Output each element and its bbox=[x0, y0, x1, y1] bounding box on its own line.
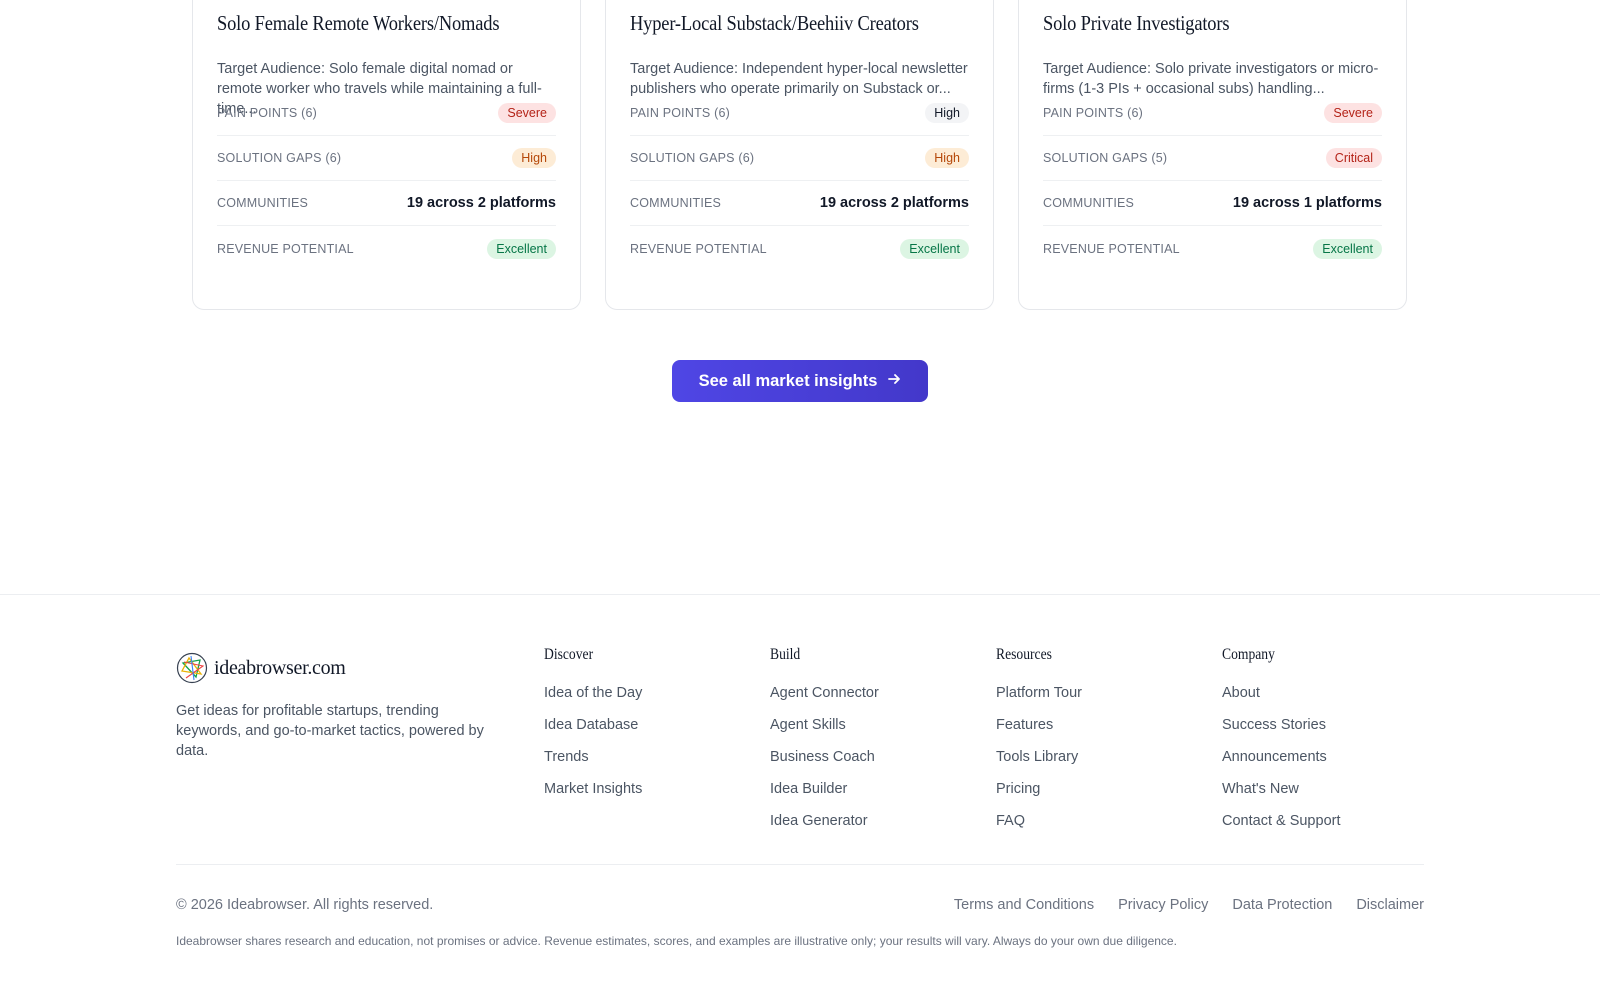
insight-card[interactable]: Hyper-Local Substack/Beehiiv Creators Ta… bbox=[605, 0, 994, 310]
footer-link-privacy-policy[interactable]: Privacy Policy bbox=[1118, 897, 1208, 913]
footer-tagline: Get ideas for profitable startups, trend… bbox=[176, 703, 484, 759]
severity-badge: High bbox=[925, 148, 969, 168]
severity-badge: High bbox=[925, 103, 969, 123]
footer-link-agent-connector[interactable]: Agent Connector bbox=[770, 683, 879, 715]
market-insight-cards: Solo Female Remote Workers/Nomads Target… bbox=[192, 0, 1408, 310]
metric-communities: COMMUNITIES 19 across 2 platforms bbox=[217, 181, 556, 226]
footer-link-trends[interactable]: Trends bbox=[544, 747, 642, 779]
metric-label: COMMUNITIES bbox=[630, 196, 722, 210]
revenue-badge: Excellent bbox=[1313, 238, 1382, 259]
cta-label: See all market insights bbox=[698, 371, 878, 390]
footer-link-data-protection[interactable]: Data Protection bbox=[1232, 897, 1332, 913]
footer-link-success-stories[interactable]: Success Stories bbox=[1222, 715, 1341, 747]
footer-column-build: Build Agent Connector Agent Skills Busin… bbox=[770, 646, 879, 843]
metric-label: REVENUE POTENTIAL bbox=[1043, 241, 1180, 256]
metric-solution-gaps: SOLUTION GAPS (5) Critical bbox=[1043, 136, 1382, 181]
insight-card[interactable]: Solo Female Remote Workers/Nomads Target… bbox=[192, 0, 581, 310]
brand-name: ideabrowser.com bbox=[214, 656, 346, 679]
footer-column-discover: Discover Idea of the Day Idea Database T… bbox=[544, 646, 642, 811]
footer-column-title: Company bbox=[1222, 646, 1275, 663]
footer-link-whats-new[interactable]: What's New bbox=[1222, 779, 1341, 811]
footer-column-company: Company About Success Stories Announceme… bbox=[1222, 646, 1341, 843]
metric-pain-points: PAIN POINTS (6) Severe bbox=[1043, 91, 1382, 136]
metric-label: SOLUTION GAPS (6) bbox=[630, 151, 755, 165]
footer-column-title: Build bbox=[770, 646, 801, 663]
metric-label: PAIN POINTS (6) bbox=[630, 106, 731, 120]
insight-card[interactable]: Solo Private Investigators Target Audien… bbox=[1018, 0, 1407, 310]
footer-link-faq[interactable]: FAQ bbox=[996, 811, 1082, 843]
metric-revenue-potential: REVENUE POTENTIAL Excellent bbox=[1043, 226, 1382, 271]
footer-link-pricing[interactable]: Pricing bbox=[996, 779, 1082, 811]
metric-label: COMMUNITIES bbox=[217, 196, 309, 210]
card-metrics: PAIN POINTS (6) Severe SOLUTION GAPS (6)… bbox=[217, 91, 556, 271]
footer-link-tools-library[interactable]: Tools Library bbox=[996, 747, 1082, 779]
metric-value: 19 across 2 platforms bbox=[819, 195, 969, 211]
footer-link-terms[interactable]: Terms and Conditions bbox=[954, 897, 1094, 913]
footer-column-resources: Resources Platform Tour Features Tools L… bbox=[996, 646, 1082, 843]
metric-label: PAIN POINTS (6) bbox=[1043, 106, 1144, 120]
footer-link-contact-support[interactable]: Contact & Support bbox=[1222, 811, 1341, 843]
metric-pain-points: PAIN POINTS (6) High bbox=[630, 91, 969, 136]
footer-bottom-divider bbox=[176, 864, 1424, 865]
footer-link-idea-generator[interactable]: Idea Generator bbox=[770, 811, 879, 843]
card-title[interactable]: Solo Female Remote Workers/Nomads bbox=[217, 11, 500, 36]
footer-link-about[interactable]: About bbox=[1222, 683, 1341, 715]
card-title[interactable]: Hyper-Local Substack/Beehiiv Creators bbox=[630, 11, 919, 36]
footer-link-idea-database[interactable]: Idea Database bbox=[544, 715, 642, 747]
revenue-badge: Excellent bbox=[487, 238, 556, 259]
disclaimer-text: Ideabrowser shares research and educatio… bbox=[176, 934, 1177, 948]
metric-communities: COMMUNITIES 19 across 2 platforms bbox=[630, 181, 969, 226]
metric-value: 19 across 1 platforms bbox=[1232, 195, 1382, 211]
revenue-badge: Excellent bbox=[900, 238, 969, 259]
copyright-text: © 2026 Ideabrowser. All rights reserved. bbox=[176, 897, 434, 913]
metric-label: COMMUNITIES bbox=[1043, 196, 1135, 210]
card-title[interactable]: Solo Private Investigators bbox=[1043, 11, 1230, 36]
footer-link-disclaimer[interactable]: Disclaimer bbox=[1356, 897, 1424, 913]
metric-label: PAIN POINTS (6) bbox=[217, 106, 318, 120]
metric-communities: COMMUNITIES 19 across 1 platforms bbox=[1043, 181, 1382, 226]
card-metrics: PAIN POINTS (6) High SOLUTION GAPS (6) H… bbox=[630, 91, 969, 271]
footer-link-idea-of-the-day[interactable]: Idea of the Day bbox=[544, 683, 642, 715]
footer-link-business-coach[interactable]: Business Coach bbox=[770, 747, 879, 779]
metric-solution-gaps: SOLUTION GAPS (6) High bbox=[630, 136, 969, 181]
ideabrowser-logo-icon bbox=[176, 652, 208, 684]
severity-badge: High bbox=[512, 148, 556, 168]
metric-pain-points: PAIN POINTS (6) Severe bbox=[217, 91, 556, 136]
metric-label: REVENUE POTENTIAL bbox=[630, 241, 767, 256]
metric-revenue-potential: REVENUE POTENTIAL Excellent bbox=[217, 226, 556, 271]
footer-column-title: Discover bbox=[544, 646, 594, 663]
card-metrics: PAIN POINTS (6) Severe SOLUTION GAPS (5)… bbox=[1043, 91, 1382, 271]
footer-link-idea-builder[interactable]: Idea Builder bbox=[770, 779, 879, 811]
footer-brand[interactable]: ideabrowser.com bbox=[176, 652, 346, 684]
metric-label: SOLUTION GAPS (5) bbox=[1043, 151, 1168, 165]
metric-label: SOLUTION GAPS (6) bbox=[217, 151, 342, 165]
metric-label: REVENUE POTENTIAL bbox=[217, 241, 354, 256]
footer-link-platform-tour[interactable]: Platform Tour bbox=[996, 683, 1082, 715]
severity-badge: Severe bbox=[498, 103, 556, 123]
footer-link-agent-skills[interactable]: Agent Skills bbox=[770, 715, 879, 747]
see-all-market-insights-button[interactable]: See all market insights bbox=[672, 360, 928, 402]
footer-column-title: Resources bbox=[996, 646, 1052, 663]
footer-link-market-insights[interactable]: Market Insights bbox=[544, 779, 642, 811]
severity-badge: Severe bbox=[1324, 103, 1382, 123]
metric-solution-gaps: SOLUTION GAPS (6) High bbox=[217, 136, 556, 181]
metric-value: 19 across 2 platforms bbox=[406, 195, 556, 211]
arrow-right-icon bbox=[887, 372, 901, 390]
footer-link-announcements[interactable]: Announcements bbox=[1222, 747, 1341, 779]
footer-divider bbox=[0, 594, 1600, 595]
footer-link-features[interactable]: Features bbox=[996, 715, 1082, 747]
legal-links: Terms and Conditions Privacy Policy Data… bbox=[954, 897, 1424, 913]
metric-revenue-potential: REVENUE POTENTIAL Excellent bbox=[630, 226, 969, 271]
severity-badge: Critical bbox=[1325, 148, 1382, 168]
